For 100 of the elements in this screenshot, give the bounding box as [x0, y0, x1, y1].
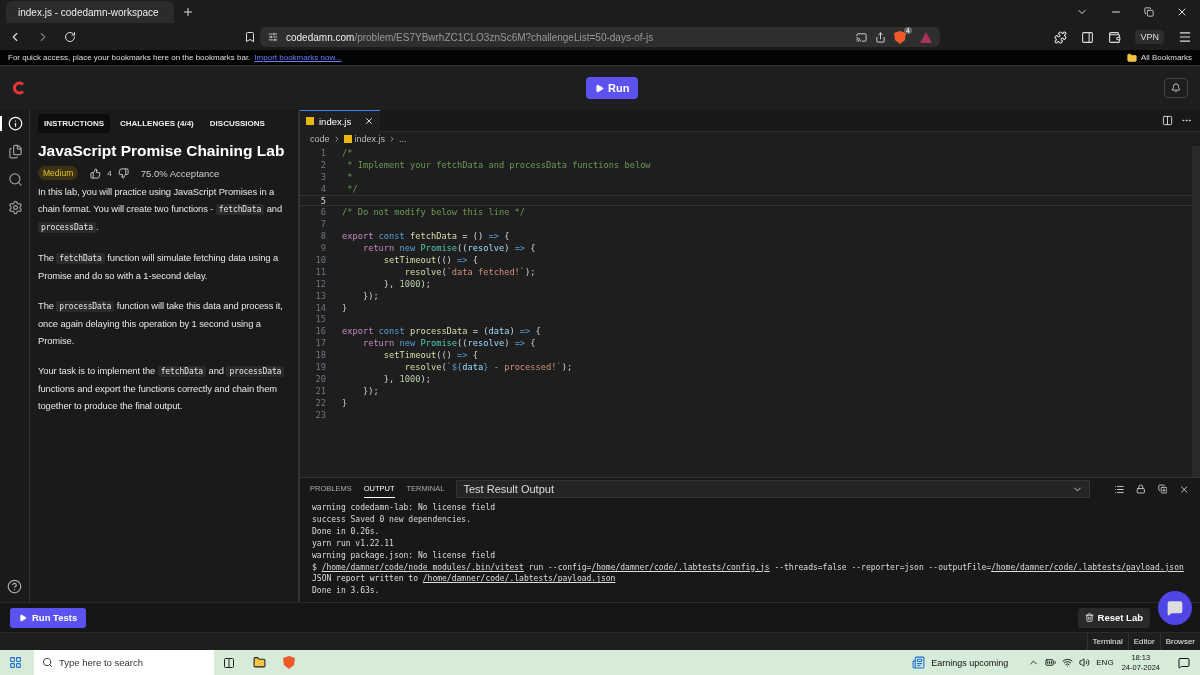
- output-line: yarn run v1.22.11: [312, 537, 395, 550]
- list-icon[interactable]: [1113, 483, 1125, 495]
- code-line: /* Do not modify below this line */: [342, 207, 526, 218]
- lock-icon[interactable]: [1136, 484, 1146, 494]
- output-line: $ /home/damner/code/node_modules/.bin/vitest run --config=/home/damner/code/.labtests/config.js --threads=false --reporter=json --outputFile=/home/damner/code/.labtests/payload.json: [312, 561, 1185, 574]
- wifi-icon[interactable]: [1062, 657, 1074, 668]
- breadcrumb-item[interactable]: ...: [399, 134, 407, 144]
- line-number: 17: [314, 338, 327, 349]
- line-number: 3: [319, 171, 327, 182]
- run-tests-button[interactable]: Run Tests: [10, 607, 87, 628]
- close-icon[interactable]: [1176, 6, 1188, 18]
- line-number: 1: [319, 148, 327, 158]
- volume-icon[interactable]: [1079, 657, 1091, 668]
- line-number: 22: [314, 397, 327, 408]
- line-number: 12: [314, 278, 327, 289]
- play-icon: [19, 613, 27, 622]
- news-widget-label[interactable]: Earnings upcoming: [931, 657, 1009, 668]
- code-line: /*: [342, 148, 353, 158]
- js-file-icon: [306, 117, 314, 125]
- trash-icon: [1084, 613, 1094, 622]
- copy-icon[interactable]: [1157, 484, 1168, 494]
- chat-icon: [1167, 600, 1183, 616]
- thumbs-down-icon[interactable]: [117, 167, 129, 179]
- new-tab-icon[interactable]: [182, 6, 194, 18]
- line-number: 14: [314, 302, 327, 313]
- code-line: export const fetchData = () => {: [342, 231, 510, 242]
- site-settings-icon[interactable]: [268, 32, 278, 42]
- output-line: warning package.json: No license field: [312, 549, 497, 562]
- instruction-paragraph: In this lab, you will practice using JavaScript Promises in a chain format. You will create two functions - fetchData and processData .: [38, 185, 284, 235]
- logo-icon[interactable]: [12, 81, 26, 95]
- editor-tab[interactable]: index.js: [300, 109, 380, 132]
- restore-icon[interactable]: [1144, 7, 1154, 17]
- chat-button[interactable]: [1158, 591, 1192, 625]
- line-number: 4: [319, 183, 327, 194]
- output-line: success Saved 0 new dependencies.: [312, 513, 472, 526]
- import-bookmarks-link[interactable]: Import bookmarks now...: [254, 53, 342, 62]
- code-line: return new Promise((resolve) => {: [361, 338, 536, 349]
- extensions-icon[interactable]: [1054, 30, 1068, 44]
- taskbar-search-field[interactable]: Type here to search: [34, 650, 214, 675]
- output-line: warning codedamn-lab: No license field: [312, 502, 497, 514]
- breadcrumb-item[interactable]: code: [310, 134, 330, 144]
- code-line: resolve(`${data} - processed!`);: [403, 362, 573, 372]
- bookmarks-hint: For quick access, place your bookmarks here on the bookmarks bar.: [8, 53, 251, 62]
- code-line: *: [346, 171, 353, 182]
- line-number: 13: [314, 290, 327, 301]
- panel-tab[interactable]: CHALLENGES (4/4): [114, 114, 200, 133]
- line-number: 7: [319, 219, 327, 230]
- code-line: resolve(`data fetched!`);: [403, 266, 536, 277]
- reset-lab-button[interactable]: Reset Lab: [1077, 607, 1150, 628]
- close-icon[interactable]: [1179, 483, 1190, 495]
- news-icon[interactable]: [912, 656, 926, 669]
- line-number: 23: [314, 409, 327, 420]
- code-line: }: [342, 302, 348, 313]
- code-line: * Implement your fetchData and processData functions below: [346, 159, 651, 170]
- line-number: 19: [314, 362, 327, 372]
- panel-tab[interactable]: INSTRUCTIONS: [38, 114, 110, 133]
- battery-icon[interactable]: [1045, 657, 1057, 668]
- line-number: 20: [314, 373, 327, 384]
- language-indicator[interactable]: ENG: [1096, 658, 1114, 667]
- notification-button[interactable]: [1164, 78, 1188, 98]
- split-editor-icon[interactable]: [1162, 115, 1173, 126]
- js-file-icon: [343, 135, 352, 143]
- bookmark-icon[interactable]: [244, 31, 256, 43]
- reload-icon[interactable]: [64, 31, 76, 43]
- like-count: 4: [107, 168, 112, 178]
- code-line: }, 1000);: [382, 278, 431, 289]
- line-number: 15: [314, 314, 327, 325]
- close-icon[interactable]: [364, 116, 374, 126]
- run-button[interactable]: Run: [586, 77, 639, 99]
- thumbs-up-icon[interactable]: [90, 167, 102, 179]
- bell-icon: [1171, 83, 1181, 93]
- output-channel-select[interactable]: Test Result Output: [456, 480, 1090, 498]
- code-line: setTimeout(() => {: [382, 255, 478, 265]
- vpn-button[interactable]: VPN: [1135, 30, 1164, 44]
- all-bookmarks-label[interactable]: All Bookmarks: [1140, 53, 1192, 62]
- code-line: export const processData = (data) => {: [342, 326, 541, 337]
- wallet-icon[interactable]: [1108, 30, 1122, 44]
- play-icon: [595, 83, 604, 93]
- notifications-icon[interactable]: [1178, 656, 1190, 669]
- line-number: 8: [319, 231, 327, 242]
- line-number: 16: [314, 326, 327, 337]
- cast-icon[interactable]: [856, 31, 867, 43]
- browser-tab[interactable]: index.js - codedamn-workspace: [6, 1, 174, 23]
- search-icon: [42, 657, 53, 668]
- help-icon[interactable]: [7, 579, 22, 594]
- shield-icon[interactable]: [894, 30, 906, 44]
- problem-title: JavaScript Promise Chaining Lab: [38, 142, 286, 160]
- acceptance-rate: 75.0% Acceptance: [140, 167, 220, 179]
- menu-icon[interactable]: [1178, 30, 1192, 44]
- folder-icon: [1126, 52, 1137, 63]
- code-line: setTimeout(() => {: [382, 350, 478, 361]
- line-number: 2: [319, 159, 327, 170]
- panel-tab[interactable]: DISCUSSIONS: [203, 114, 271, 133]
- breadcrumb-item[interactable]: index.js: [354, 134, 386, 144]
- instruction-paragraph: Your task is to implement the fetchData and processData functions and export the functions correctly and chain them together to produce the final output.: [38, 362, 290, 414]
- sidebar-icon[interactable]: [1081, 30, 1095, 44]
- output-line: Done in 3.63s.: [312, 585, 381, 598]
- code-line: }, 1000);: [382, 373, 431, 384]
- share-icon[interactable]: [875, 31, 886, 43]
- line-number: 18: [314, 350, 327, 361]
